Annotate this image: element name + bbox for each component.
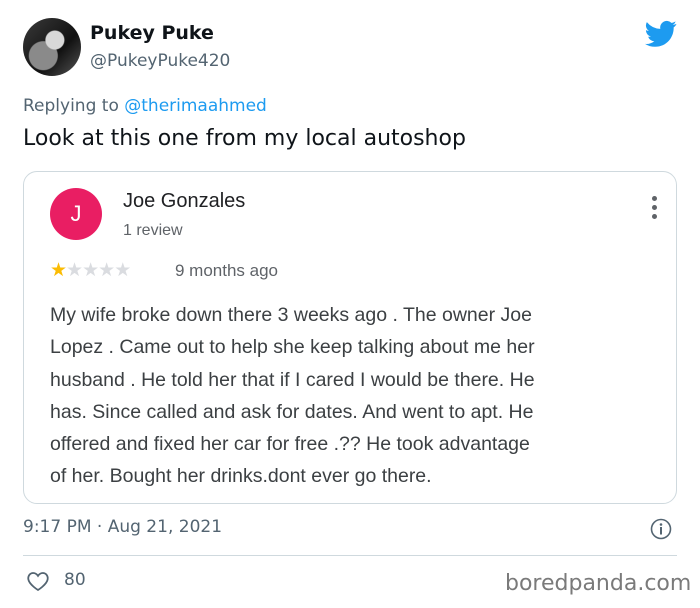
replying-to-mention[interactable]: @therimaahmed [124,96,267,116]
star-icon: ★ [66,259,83,281]
more-vert-icon [650,196,658,222]
replying-to: Replying to @therimaahmed [23,96,267,116]
reviewer-review-count: 1 review [123,222,183,239]
review-line: of her. Bought her drinks.dont ever go t… [50,465,432,488]
watermark: boredpanda.com [505,571,692,596]
star-icon: ★ [82,259,99,281]
heart-icon[interactable] [26,570,50,592]
review-text: My wife broke down there 3 weeks ago . T… [50,299,650,493]
twitter-bird-icon[interactable] [645,20,677,48]
review-line: offered and fixed her car for free .?? H… [50,433,530,456]
display-name[interactable]: Pukey Puke [90,22,214,44]
star-rating: ★★★★★ [50,259,131,281]
user-avatar[interactable] [23,18,81,76]
tweet-timestamp[interactable]: 9:17 PM · Aug 21, 2021 [23,517,222,537]
like-count: 80 [64,570,86,590]
replying-to-label: Replying to [23,96,125,116]
star-icon: ★ [98,259,115,281]
info-icon[interactable] [650,518,672,540]
user-handle[interactable]: @PukeyPuke420 [90,51,230,71]
review-line: has. Since called and ask for dates. And… [50,400,534,423]
review-line: Lopez . Came out to help she keep talkin… [50,336,535,359]
review-line: My wife broke down there 3 weeks ago . T… [50,304,532,326]
review-line: husband . He told her that if I cared I … [50,368,535,391]
review-time: 9 months ago [175,261,279,280]
tweet-text: Look at this one from my local autoshop [23,126,466,151]
review-screenshot: J Joe Gonzales 1 review ★★★★★ 9 months a… [23,171,677,504]
star-icon: ★ [50,259,67,281]
reviewer-name: Joe Gonzales [123,190,246,212]
divider [23,555,677,556]
reviewer-avatar: J [50,188,102,240]
star-icon: ★ [114,259,131,281]
